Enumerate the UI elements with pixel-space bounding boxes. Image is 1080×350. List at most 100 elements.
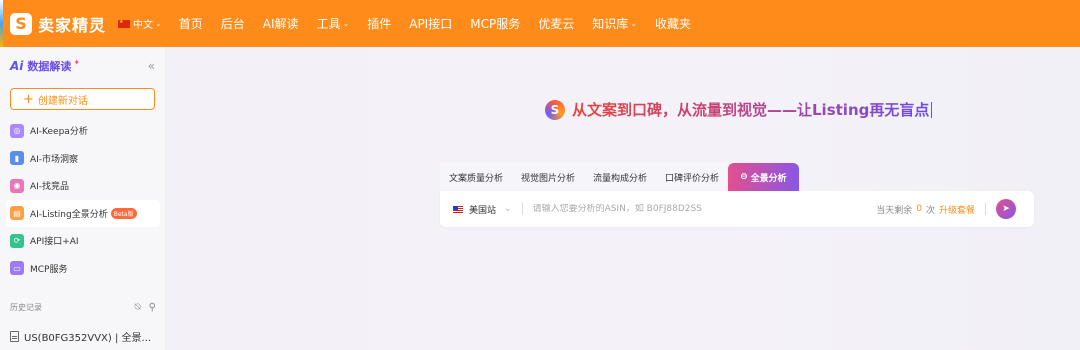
asin-search-bar: 美国站 ⌄ 当天剩余 0 次 升级套餐 ➤ [440,191,1034,227]
sidebar-item-label: AI-Keepa分析 [30,127,88,137]
panorama-icon: ⊖ [740,172,748,182]
nav-item-ai[interactable]: AI解读 [263,15,299,32]
nav-item-favorites[interactable]: 收藏夹 [655,15,691,32]
nav-item-backend[interactable]: 后台 [221,15,245,32]
competitor-icon: ◉ [10,178,24,193]
sellersprite-logo-icon: S [545,99,565,120]
nav-item-home[interactable]: 首页 [179,15,203,32]
nav-label: 优麦云 [538,17,575,31]
tab-copy-quality[interactable]: 文案质量分析 [440,163,513,191]
brand-name: 卖家精灵 [38,15,107,35]
marketplace-select[interactable]: 美国站 ⌄ [453,203,512,216]
brand-logo[interactable]: S 卖家精灵 [10,12,106,36]
history-title: 历史记录 [10,303,42,312]
analysis-tabs: 文案质量分析 视觉图片分析 流量构成分析 口碑评价分析 ⊖ 全景分析 [440,163,799,191]
divider [985,203,986,215]
quota-info: 当天剩余 0 次 升级套餐 [876,203,975,216]
main-nav: 首页 后台 AI解读 工具 ⌄ 插件 API接口 MCP服务 优麦云 知识库 ⌄ 收… [170,15,700,32]
nav-label: 后台 [220,17,245,31]
marketplace-label: 美国站 [469,205,497,216]
filter-clear-icon[interactable]: ⍉ [135,302,141,313]
listing-icon: ▤ [10,206,24,220]
us-flag-icon [453,205,463,213]
sparkle-icon: ✦ [73,57,81,67]
sidebar-item-label: AI-找竞品 [30,182,70,192]
quota-prefix: 当天剩余 [876,205,913,216]
tab-label: 视觉图片分析 [521,173,576,184]
sidebar: Ai 数据解读 ✦ « + 创建新对话 ◎ AI-Keepa分析 ▮ AI-市场… [0,47,166,350]
keepa-icon: ◎ [10,123,24,138]
nav-item-plugins[interactable]: 插件 [367,15,391,32]
chevron-down-icon: ⌄ [504,204,512,214]
language-label: 中文 [133,20,154,31]
nav-item-youmaiyun[interactable]: 优麦云 [538,15,574,32]
divider [521,203,523,215]
nav-label: 知识库 [592,17,629,31]
upgrade-plan-link[interactable]: 升级套餐 [939,203,975,216]
ai-icon: Ai [10,59,24,73]
send-icon: ➤ [1002,204,1010,214]
collapse-sidebar-icon[interactable]: « [148,59,155,73]
nav-label: 工具 [316,17,341,31]
tab-visual-images[interactable]: 视觉图片分析 [512,163,585,191]
sidebar-item-label: AI-市场洞察 [30,154,79,165]
new-chat-label: 创建新对话 [37,95,88,107]
quota-count: 0 [916,204,922,214]
nav-item-tools[interactable]: 工具 ⌄ [317,15,350,32]
tab-reviews[interactable]: 口碑评价分析 [656,163,729,191]
sidebar-item-mcp[interactable]: ▭ MCP服务 [6,255,160,282]
chevron-down-icon: ⌄ [630,19,637,28]
chevron-down-icon: ⌄ [155,19,162,28]
sidebar-item-api[interactable]: ⟳ API接口+AI [6,227,160,254]
text-cursor [931,101,933,118]
asin-input[interactable] [532,204,873,214]
mcp-icon: ▭ [10,261,24,275]
nav-label: 首页 [178,17,203,31]
tab-label: 口碑评价分析 [665,173,720,184]
nav-item-mcp[interactable]: MCP服务 [470,15,520,32]
tab-label: 文案质量分析 [449,173,504,184]
history-header: 历史记录 ⍉ ⚲ [10,302,156,313]
sidebar-item-label: API接口+AI [30,237,79,247]
sidebar-menu: ◎ AI-Keepa分析 ▮ AI-市场洞察 ◉ AI-找竞品 ▤ AI-Lis… [6,117,160,282]
sidebar-item-competitors[interactable]: ◉ AI-找竞品 [6,172,160,199]
nav-label: MCP服务 [470,17,521,31]
tab-full-analysis[interactable]: ⊖ 全景分析 [728,163,799,191]
main-content: S 从文案到口碑，从流量到视觉——让Listing再无盲点 文案质量分析 视觉图… [167,47,1080,350]
nav-label: 插件 [367,17,392,31]
history-item[interactable]: US(B0FG352VVX) | 全景... [10,329,151,344]
quota-unit: 次 [925,205,935,216]
sidebar-item-label: MCP服务 [30,264,68,275]
history-item-label: US(B0FG352VVX) | 全景... [24,333,152,344]
nav-label: 收藏夹 [654,17,691,31]
beta-badge: Beta版 [110,207,137,219]
sidebar-item-keepa[interactable]: ◎ AI-Keepa分析 [6,117,160,144]
search-icon[interactable]: ⚲ [149,302,156,313]
sidebar-title: 数据解读 [27,60,72,73]
api-icon: ⟳ [10,233,24,248]
headline-text: 从文案到口碑，从流量到视觉——让Listing再无盲点 [572,101,930,119]
tab-traffic[interactable]: 流量构成分析 [584,163,657,191]
document-icon [10,331,19,342]
sidebar-item-market[interactable]: ▮ AI-市场洞察 [6,145,160,172]
accent-strip [0,0,3,47]
top-navbar: S 卖家精灵 中文 ⌄ 首页 后台 AI解读 工具⌄ 插件 API接口 MCP服… [0,0,1080,47]
nav-item-api[interactable]: API接口 [409,15,452,32]
sidebar-item-label: AI-Listing全景分析 [30,209,108,220]
tab-label: 流量构成分析 [593,173,648,184]
nav-label: API接口 [409,17,453,31]
logo-icon: S [10,12,32,35]
sidebar-header: Ai 数据解读 ✦ [0,47,165,85]
new-chat-button[interactable]: + 创建新对话 [10,88,155,110]
nav-item-knowledge[interactable]: 知识库 ⌄ [592,15,637,32]
language-switcher[interactable]: 中文 ⌄ [118,16,162,31]
china-flag-icon [118,19,131,28]
bar-chart-icon: ▮ [10,151,24,165]
tab-label: 全景分析 [750,173,787,184]
history-actions: ⍉ ⚲ [135,302,156,313]
sidebar-item-listing[interactable]: ▤ AI-Listing全景分析 Beta版 [6,199,160,227]
nav-label: AI解读 [262,17,299,31]
send-button[interactable]: ➤ [996,199,1016,219]
chevron-down-icon: ⌄ [342,19,350,28]
headline: S 从文案到口碑，从流量到视觉——让Listing再无盲点 [545,99,933,120]
